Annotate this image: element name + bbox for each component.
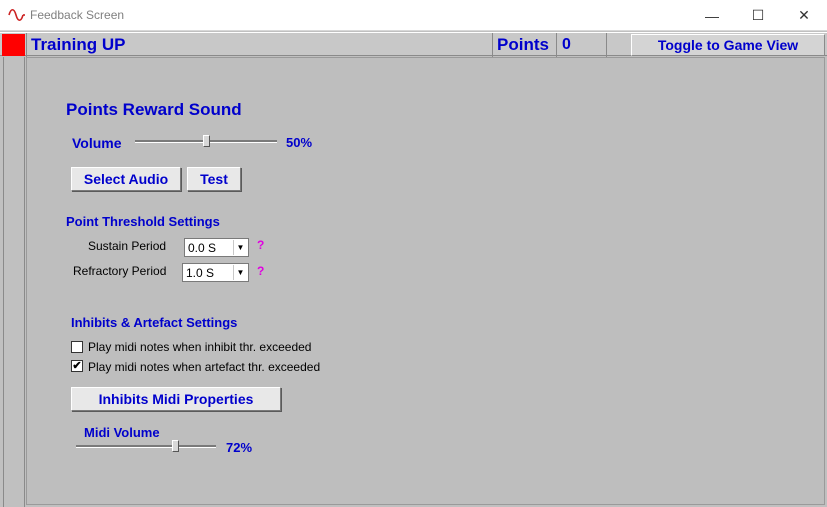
sustain-label: Sustain Period [88,239,167,253]
midi-volume-slider[interactable] [76,439,216,455]
midi-volume-value: 72% [226,440,253,455]
feedback-settings-panel: Points Reward Sound Volume 50% Select Au… [26,57,825,505]
maximize-icon: ☐ [751,7,765,23]
window-title: Feedback Screen [30,8,125,22]
inhibit-notes-checkbox[interactable] [71,341,83,353]
header-spacer [606,33,631,57]
reward-sound-title: Points Reward Sound [66,100,242,119]
refractory-period-value: 1.0 S [186,265,215,280]
waveform-app-icon [8,8,25,22]
volume-slider-thumb[interactable] [203,135,210,147]
refractory-label: Refractory Period [73,264,167,278]
refractory-period-select[interactable]: 1.0 S ▼ [182,263,249,282]
close-button[interactable]: ✕ [781,0,827,31]
inhibits-midi-properties-button[interactable]: Inhibits Midi Properties [71,387,281,411]
points-label: Points [492,33,556,57]
midi-volume-slider-thumb[interactable] [172,440,179,452]
sustain-period-select[interactable]: 0.0 S ▼ [184,238,249,257]
inhibits-title: Inhibits & Artefact Settings [71,315,238,330]
sustain-period-value: 0.0 S [188,240,217,255]
inhibit-notes-label: Play midi notes when inhibit thr. exceed… [88,340,312,354]
volume-slider[interactable] [135,134,277,150]
midi-volume-label: Midi Volume [84,425,160,440]
midi-volume-slider-track [76,445,216,448]
window-titlebar: Feedback Screen — ☐ ✕ [0,0,827,31]
threshold-title: Point Threshold Settings [66,214,220,229]
select-audio-button[interactable]: Select Audio [71,167,181,191]
test-audio-button[interactable]: Test [187,167,241,191]
mode-title: Training UP [26,33,492,57]
left-margin [0,57,25,507]
dropdown-arrow-icon[interactable]: ▼ [233,240,247,255]
volume-label: Volume [72,135,122,151]
status-indicator [2,34,25,56]
minimize-icon: — [705,7,719,24]
artefact-notes-checkbox[interactable]: ✔ [71,360,83,372]
refractory-help-icon[interactable]: ? [257,264,264,278]
close-icon: ✕ [798,7,810,23]
sustain-help-icon[interactable]: ? [257,238,264,252]
dropdown-arrow-icon[interactable]: ▼ [233,265,247,280]
points-value: 0 [556,33,606,57]
volume-value: 50% [286,135,313,150]
artefact-notes-label: Play midi notes when artefact thr. excee… [88,360,321,374]
maximize-button[interactable]: ☐ [735,0,781,31]
status-header: Training UP Points 0 Toggle to Game View [0,32,827,57]
minimize-button[interactable]: — [689,0,735,31]
toggle-game-view-button[interactable]: Toggle to Game View [631,34,825,56]
